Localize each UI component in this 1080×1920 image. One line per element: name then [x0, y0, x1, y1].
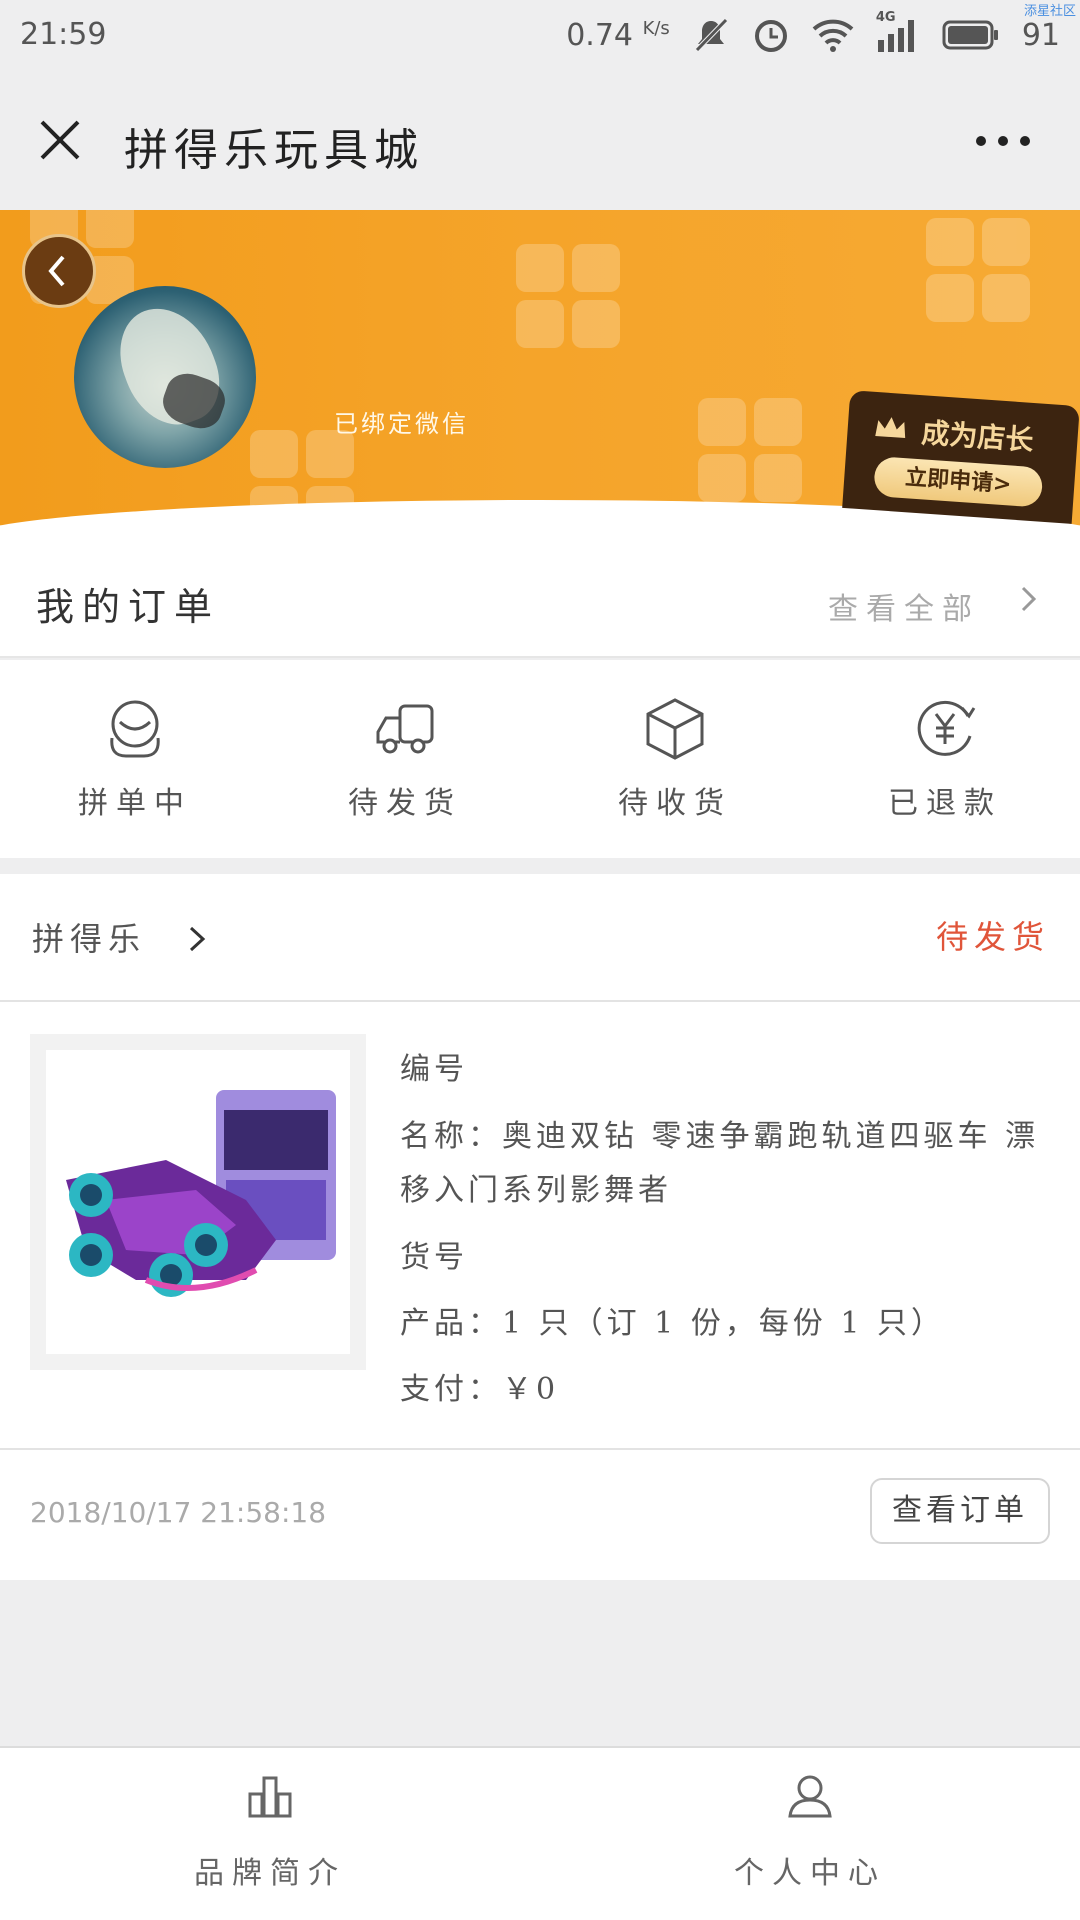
view-order-button[interactable]: 查看订单 — [870, 1478, 1050, 1544]
wifi-icon — [812, 19, 854, 52]
my-orders-title: 我的订单 — [36, 585, 221, 629]
alarm-clock-icon — [754, 20, 787, 52]
battery-icon — [942, 20, 998, 50]
tab-label: 品牌简介 — [194, 1856, 346, 1891]
order-shop-row[interactable]: 拼得乐 待发货 — [0, 874, 1080, 1002]
puzzle-decoration — [926, 218, 1036, 328]
package-box-icon — [646, 698, 704, 760]
puzzle-decoration — [516, 244, 626, 354]
toy-car-image — [66, 1090, 336, 1297]
status-icons: 0.74 K/s 4G 91 — [566, 10, 1060, 58]
product-name: 名称：奥迪双钻 零速争霸跑轨道四驱车 漂移入门系列影舞者 — [400, 1119, 1040, 1208]
delivery-truck-icon — [376, 704, 434, 754]
apply-now-button[interactable]: 立即申请> — [873, 456, 1044, 508]
puzzle-decoration — [698, 398, 808, 508]
mute-bell-icon — [695, 18, 728, 52]
group-person-icon — [110, 700, 160, 758]
product-sku-label: 货号 — [400, 1240, 468, 1275]
chevron-right-icon[interactable] — [1018, 584, 1040, 614]
become-shop-owner-card[interactable]: 成为店长 立即申请> — [842, 390, 1080, 524]
order-product[interactable]: 编号 名称：奥迪双钻 零速争霸跑轨道四驱车 漂移入门系列影舞者 货号 产品：1 … — [0, 1004, 1080, 1450]
bottom-tab-bar: 品牌简介 个人中心 — [0, 1746, 1080, 1920]
order-date: 2018/10/17 21:58:18 — [30, 1496, 327, 1529]
brand-chart-icon — [248, 1776, 292, 1818]
category-label: 拼单中 — [78, 786, 192, 821]
profile-banner: 已绑定微信 成为店长 立即申请> — [0, 210, 1080, 550]
category-label: 待收货 — [618, 786, 732, 821]
category-awaiting-receipt[interactable]: 待收货 — [540, 660, 810, 858]
order-footer: 2018/10/17 21:58:18 查看订单 — [0, 1452, 1080, 1580]
battery-level: 91 — [1021, 17, 1060, 53]
order-status: 待发货 — [935, 918, 1050, 956]
tab-personal-center[interactable]: 个人中心 — [540, 1748, 1080, 1920]
product-image — [30, 1034, 366, 1370]
signal-icon: 4G — [876, 10, 920, 54]
crown-icon — [875, 417, 906, 439]
my-orders-header: 我的订单 查看全部 — [0, 540, 1080, 658]
tab-brand-intro[interactable]: 品牌简介 — [0, 1748, 540, 1920]
order-categories: 拼单中 待发货 待收货 已退款 — [0, 660, 1080, 858]
more-menu-icon[interactable] — [976, 126, 1036, 156]
wechat-bound-text: 已绑定微信 — [334, 410, 469, 438]
status-time: 21:59 — [20, 17, 107, 52]
product-quantity: 产品：1 只（订 1 份，每份 1 只） — [400, 1306, 945, 1341]
order-shop-name: 拼得乐 — [32, 920, 147, 958]
order-card: 拼得乐 待发货 编号 名称：奥迪双钻 零速争霸跑轨道四驱车 漂移入门系列影舞者 … — [0, 874, 1080, 1580]
category-grouping[interactable]: 拼单中 — [0, 660, 270, 858]
product-payment: 支付：￥0 — [400, 1372, 560, 1407]
watermark: 添星社区 — [1023, 4, 1076, 19]
chevron-left-icon — [48, 255, 65, 287]
product-info: 编号 名称：奥迪双钻 零速争霸跑轨道四驱车 漂移入门系列影舞者 货号 产品：1 … — [400, 1044, 1050, 1446]
category-refunded[interactable]: 已退款 — [810, 660, 1080, 858]
category-label: 已退款 — [888, 786, 1002, 821]
avatar[interactable] — [74, 286, 256, 468]
category-awaiting-shipment[interactable]: 待发货 — [270, 660, 540, 858]
shop-owner-title: 成为店长 — [920, 416, 1035, 457]
category-label: 待发货 — [348, 786, 462, 821]
person-icon — [788, 1775, 832, 1818]
yen-refund-icon — [917, 700, 976, 756]
order-number-label: 编号 — [400, 1052, 468, 1087]
back-button[interactable] — [22, 234, 96, 308]
chevron-right-icon — [189, 926, 206, 952]
tab-label: 个人中心 — [734, 1856, 886, 1891]
status-bar: 21:59 0.74 K/s 4G 91 添星社区 — [0, 0, 1080, 70]
close-icon[interactable] — [36, 116, 84, 164]
network-speed: 0.74 K/s — [566, 18, 670, 53]
nav-bar: 拼得乐玩具城 — [0, 70, 1080, 210]
network-speed-value: 0.74 — [566, 17, 634, 53]
page-title: 拼得乐玩具城 — [124, 125, 424, 176]
view-all-orders-link[interactable]: 查看全部 — [828, 584, 980, 628]
network-speed-unit: K/s — [642, 17, 670, 39]
